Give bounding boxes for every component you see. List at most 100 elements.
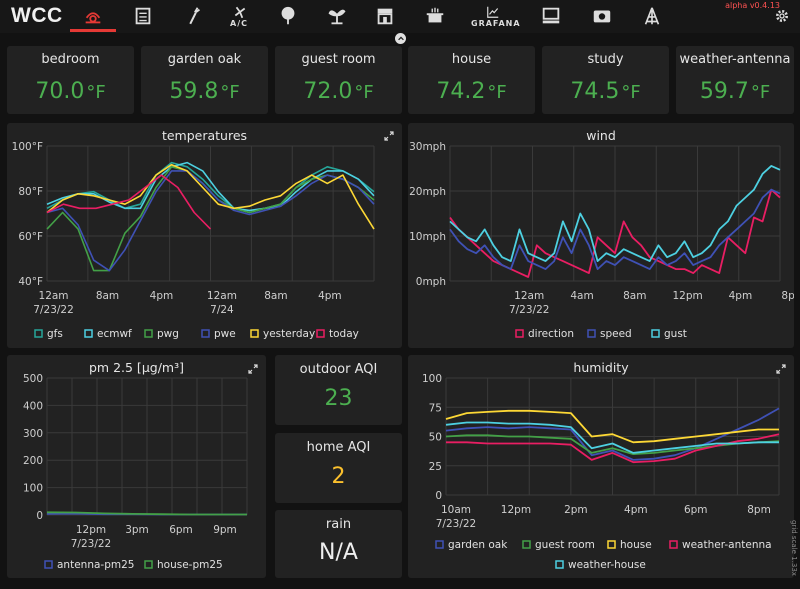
stat-value: 23 [324,386,353,411]
x-tick-label: 4pm [624,504,648,516]
x-tick-label: 8pm [747,504,771,516]
x-tick-sublabel: 7/23/22 [509,304,549,316]
temp-value: 74.2 °F [436,79,507,104]
carrot-icon [189,7,200,25]
tree-icon [281,6,295,25]
legend-swatch [250,329,259,338]
temp-card-bedroom[interactable]: bedroom 70.0 °F [7,46,134,114]
antenna-icon [644,7,660,25]
temp-label: garden oak [167,52,242,67]
grafana-icon [487,6,499,18]
kitchen-nav-icon[interactable] [420,3,450,29]
pot-icon [426,7,444,23]
x-tick-label: 8am [623,290,646,302]
fan-icon [234,6,246,19]
temp-value: 74.5 °F [570,79,641,104]
temp-card-house[interactable]: house 74.2 °F [408,46,535,114]
antenna-nav-icon[interactable] [637,3,667,29]
legend-swatch [84,329,93,338]
humidity-panel: humidity 100 75 50 25 0 10am 7/23/22 12pm 2pm 4pm… [408,355,794,578]
legend-label: house-pm25 [157,559,223,571]
legend-label: weather-antenna [682,539,772,551]
legend-swatch [144,560,153,569]
legend-swatch [587,329,596,338]
y-tick-label: 300 [23,428,43,440]
version-label: alpha v0.4.13 [725,1,780,10]
x-tick-sublabel: 7/23/22 [436,518,476,530]
tree-nav-icon[interactable] [273,3,303,29]
rain-card[interactable]: rain N/A [275,510,402,578]
y-tick-label: 10mph [409,231,446,243]
y-tick-label: 25 [429,461,442,473]
collapse-toggle-icon[interactable] [395,33,406,44]
temp-card-weather-antenna[interactable]: weather-antenna 59.7 °F [676,46,794,114]
temp-label: study [587,52,624,67]
x-tick-sublabel: 7/23/22 [71,538,111,550]
legend-label: today [329,328,359,340]
y-tick-label: 200 [23,455,43,467]
y-tick-label: 100 [23,483,43,495]
y-tick-label: 80°F [18,186,43,198]
temp-card-study[interactable]: study 74.5 °F [542,46,669,114]
legend-swatch [34,329,43,338]
y-tick-label: 20mph [409,186,446,198]
legend-label: ecmwf [97,328,132,340]
legend-label: gust [664,328,687,340]
sprout-nav-icon[interactable] [322,3,352,29]
x-tick-label: 6pm [169,524,193,536]
legend-label: direction [528,328,574,340]
x-tick-label: 12pm [501,504,531,516]
legend-label: weather-house [568,559,646,571]
legend-swatch [522,540,531,549]
home-aqi-card[interactable]: home AQI 2 [275,433,402,503]
stat-value: 2 [331,464,346,489]
x-tick-label: 10am [441,504,471,516]
brand-logo[interactable]: WCC [11,4,63,28]
x-tick-label: 12am [514,290,544,302]
wind-panel: wind 30mph 20mph 10mph 0mph 12am 7/23/22 4am 8a… [408,123,794,348]
ac-label: A/C [230,19,248,28]
top-nav: WCC A/C GRAFANA alpha v0.4.13 [0,0,800,33]
legend-label: antenna-pm25 [57,559,134,571]
legend-label: speed [600,328,632,340]
pm25-panel: pm 2.5 [μg/m³] 500 400 300 200 100 0 12pm 7/23/… [7,355,266,578]
y-tick-label: 40°F [18,276,43,288]
x-tick-label: 12am [207,290,237,302]
x-tick-label: 4pm [150,290,174,302]
heater-icon [135,7,151,25]
temp-card-guest-room[interactable]: guest room 72.0 °F [275,46,402,114]
outdoor-aqi-card[interactable]: outdoor AQI 23 [275,355,402,425]
y-tick-label: 0 [36,510,43,522]
stat-label: outdoor AQI [299,362,378,377]
grafana-label: GRAFANA [471,19,521,28]
y-tick-label: 60°F [18,231,43,243]
heater-nav-icon[interactable] [128,3,158,29]
store-nav-icon[interactable] [370,3,400,29]
stat-value: N/A [319,540,358,565]
humidity-chart: 100 75 50 25 0 10am 7/23/22 12pm 2pm 4pm 6pm 8pm gar… [422,373,780,571]
temperatures-panel: temperatures 100°F 80°F 60°F 40°F 12am 7/23/2… [7,123,402,348]
legend-swatch [316,329,325,338]
legend-label: guest room [535,539,595,551]
camera-nav-icon[interactable] [587,3,617,29]
y-tick-label: 75 [429,402,442,414]
computer-nav-icon[interactable] [536,3,566,29]
pm25-chart: 500 400 300 200 100 0 12pm 7/23/22 3pm 6pm 9pm ante… [23,373,248,571]
camera-icon [593,10,611,23]
garden-nav-icon[interactable] [178,3,208,29]
legend-swatch [435,540,444,549]
x-tick-sublabel: 7/24 [210,304,234,316]
store-icon [377,8,393,25]
sprout-icon [328,9,346,25]
legend-swatch [607,540,616,549]
y-tick-label: 400 [23,400,43,412]
y-tick-label: 0mph [416,276,446,288]
x-tick-label: 6pm [684,504,708,516]
x-tick-label: 4pm [729,290,753,302]
thermostat-icon [85,12,101,24]
gear-icon[interactable] [774,8,790,24]
temp-card-garden-oak[interactable]: garden oak 59.8 °F [141,46,268,114]
climate-nav-icon[interactable] [78,3,108,29]
temp-value: 59.7 °F [699,79,771,104]
legend-swatch [44,560,53,569]
